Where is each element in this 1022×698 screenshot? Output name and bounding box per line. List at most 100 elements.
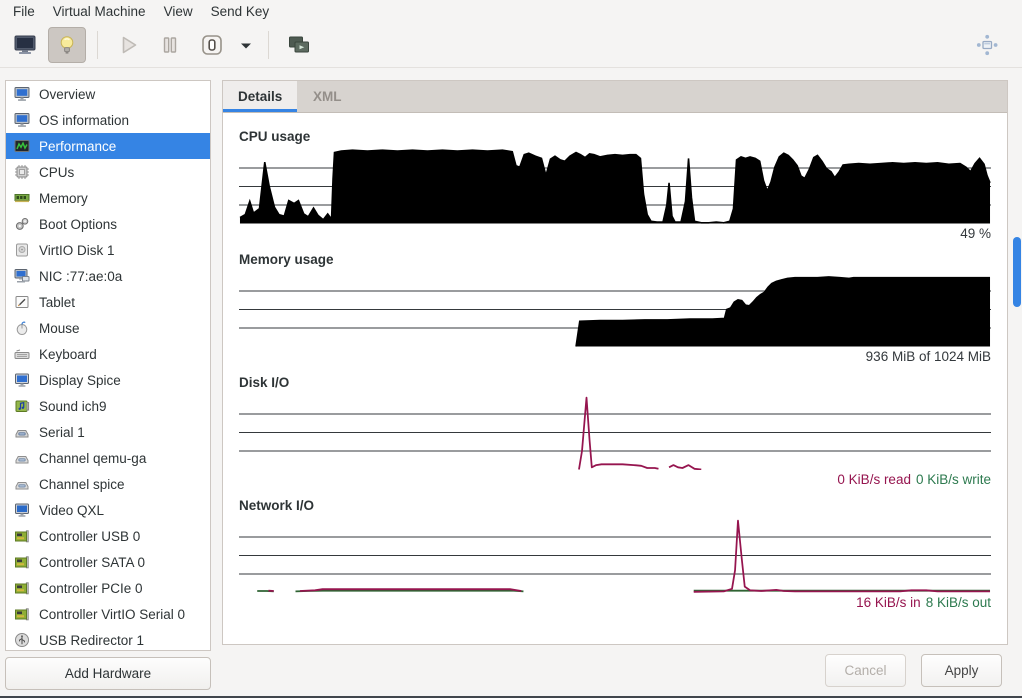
sidebar-item-usb-redirector-1[interactable]: USB Redirector 1 [6, 627, 210, 651]
serial-icon [14, 424, 30, 440]
menu-item-file[interactable]: File [4, 2, 44, 21]
chart-graph [239, 271, 991, 347]
pause-icon [158, 33, 182, 57]
menu-item-virtual-machine[interactable]: Virtual Machine [44, 2, 155, 21]
sidebar-item-label: Memory [39, 191, 88, 206]
resize-to-vm-button[interactable] [968, 27, 1006, 63]
apply-button[interactable]: Apply [921, 654, 1002, 687]
sidebar-item-label: Overview [39, 87, 95, 102]
sidebar-item-controller-virtio-serial-0[interactable]: Controller VirtIO Serial 0 [6, 601, 210, 627]
sidebar-item-label: NIC :77:ae:0a [39, 269, 122, 284]
controller-icon [14, 606, 30, 622]
virt-manager-window: { "menu_bar": { "items": [ {"label":"Fil… [0, 0, 1022, 698]
sidebar-item-label: CPUs [39, 165, 74, 180]
sidebar-item-cpus[interactable]: CPUs [6, 159, 210, 185]
sound-icon [14, 398, 30, 414]
tab-details[interactable]: Details [223, 81, 297, 112]
resize-icon [975, 33, 999, 57]
sidebar-item-label: Channel qemu-ga [39, 451, 146, 466]
menu-item-send-key[interactable]: Send Key [202, 2, 279, 21]
cpu-usage-label: CPU usage [239, 129, 991, 144]
network-stat: 8 KiB/s out [926, 595, 991, 613]
console-icon [13, 33, 37, 57]
cpu-chart-section: CPU usage 49 % [239, 129, 991, 244]
monitor-icon [14, 86, 30, 102]
sidebar-item-label: Controller PCIe 0 [39, 581, 143, 596]
chart-graph [239, 148, 991, 224]
menu-bar: FileVirtual MachineViewSend Key [0, 0, 1022, 22]
gears-icon [14, 216, 30, 232]
toolbar-separator [268, 31, 269, 59]
disk-stat: 0 KiB/s write [916, 472, 991, 490]
show-hardware-details-button[interactable] [48, 27, 86, 63]
sidebar-item-overview[interactable]: Overview [6, 81, 210, 107]
cancel-button[interactable]: Cancel [825, 654, 906, 687]
sidebar-item-label: Serial 1 [39, 425, 85, 440]
sidebar-item-label: Performance [39, 139, 116, 154]
toolbar [0, 22, 1022, 68]
sidebar-item-mouse[interactable]: Mouse [6, 315, 210, 341]
performance-icon [14, 138, 30, 154]
sidebar-item-label: Display Spice [39, 373, 121, 388]
sidebar-item-boot-options[interactable]: Boot Options [6, 211, 210, 237]
memory-stat: 936 MiB of 1024 MiB [866, 349, 991, 367]
sidebar-item-video-qxl[interactable]: Video QXL [6, 497, 210, 523]
memory-chart-section: Memory usage 936 MiB of 1024 MiB [239, 252, 991, 367]
sidebar-item-virtio-disk-1[interactable]: VirtIO Disk 1 [6, 237, 210, 263]
sidebar-item-sound-ich9[interactable]: Sound ich9 [6, 393, 210, 419]
pause-button[interactable] [151, 27, 189, 63]
charts-container: CPU usage 49 % Memory usage 936 MiB of 1… [223, 113, 1007, 613]
sidebar-item-os-information[interactable]: OS information [6, 107, 210, 133]
chart-stats: 16 KiB/s in 8 KiB/s out [239, 595, 991, 613]
sidebar-item-label: OS information [39, 113, 129, 128]
network-chart-section: Network I/O 16 KiB/s in8 KiB/s out [239, 498, 991, 613]
sidebar-item-nic-77-ae-0a[interactable]: NIC :77:ae:0a [6, 263, 210, 289]
lightbulb-icon [55, 33, 79, 57]
vertical-scrollbar-thumb[interactable] [1013, 237, 1021, 307]
tab-strip: DetailsXML [223, 81, 1007, 113]
chart-graph [239, 517, 991, 593]
sidebar-item-controller-pcie-0[interactable]: Controller PCIe 0 [6, 575, 210, 601]
menu-item-view[interactable]: View [155, 2, 202, 21]
chart-stats: 49 % [239, 226, 991, 244]
sidebar-item-channel-spice[interactable]: Channel spice [6, 471, 210, 497]
channel-icon [14, 476, 30, 492]
shutdown-icon [200, 33, 224, 57]
network-stat: 16 KiB/s in [856, 595, 921, 613]
sidebar-item-tablet[interactable]: Tablet [6, 289, 210, 315]
disk-icon [14, 242, 30, 258]
memory-usage-label: Memory usage [239, 252, 991, 267]
sidebar-item-controller-usb-0[interactable]: Controller USB 0 [6, 523, 210, 549]
tablet-icon [14, 294, 30, 310]
disk-stat: 0 KiB/s read [837, 472, 911, 490]
memory-icon [14, 190, 30, 206]
usb-icon [14, 632, 30, 648]
video-icon [14, 502, 30, 518]
sidebar-item-label: Keyboard [39, 347, 97, 362]
keyboard-icon [14, 346, 30, 362]
cpu-icon [14, 164, 30, 180]
sidebar-item-controller-sata-0[interactable]: Controller SATA 0 [6, 549, 210, 575]
shutdown-menu-button[interactable] [235, 27, 257, 63]
details-pane: DetailsXML CPU usage 49 % Memory usage 9… [222, 80, 1008, 645]
chevron-down-icon [234, 33, 258, 57]
sidebar-item-display-spice[interactable]: Display Spice [6, 367, 210, 393]
controller-icon [14, 528, 30, 544]
shutdown-button[interactable] [193, 27, 231, 63]
sidebar-item-performance[interactable]: Performance [6, 133, 210, 159]
sidebar-item-serial-1[interactable]: Serial 1 [6, 419, 210, 445]
disk-usage-label: Disk I/O [239, 375, 991, 390]
sidebar-item-channel-qemu-ga[interactable]: Channel qemu-ga [6, 445, 210, 471]
add-hardware-button[interactable]: Add Hardware [5, 657, 211, 690]
sidebar-item-label: Controller USB 0 [39, 529, 140, 544]
displays-icon [287, 33, 311, 57]
tab-xml[interactable]: XML [297, 81, 357, 112]
sidebar-item-keyboard[interactable]: Keyboard [6, 341, 210, 367]
power-on-button[interactable] [109, 27, 147, 63]
controller-icon [14, 554, 30, 570]
fullscreen-button[interactable] [280, 27, 318, 63]
nic-icon [14, 268, 30, 284]
sidebar-item-memory[interactable]: Memory [6, 185, 210, 211]
show-graphical-console-button[interactable] [6, 27, 44, 63]
sidebar-item-label: Controller VirtIO Serial 0 [39, 607, 185, 622]
